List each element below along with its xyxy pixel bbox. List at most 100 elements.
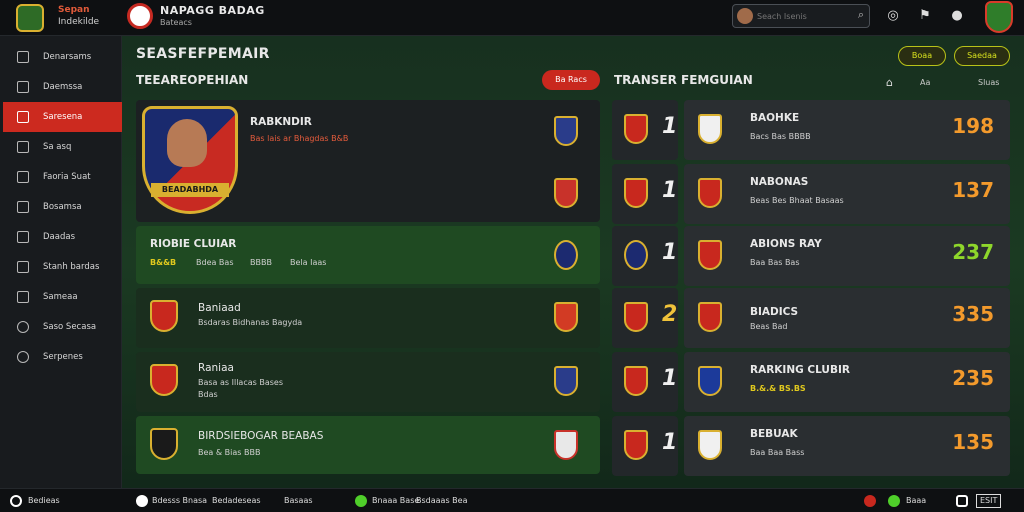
list-item-meta: Basa as Illacas Bases	[198, 378, 283, 387]
club-crest-icon	[624, 430, 648, 460]
club-name-cell: BEBUAK	[750, 428, 798, 440]
sidebar-item-3[interactable]: Saresena	[3, 102, 122, 132]
rank-number: 1	[662, 430, 678, 455]
rank-number: 1	[662, 114, 678, 139]
club-crest-icon	[624, 302, 648, 332]
search-icon[interactable]: ⌕	[858, 8, 864, 22]
home-icon	[17, 51, 29, 63]
sidebar-item-label: Saso Secasa	[43, 322, 97, 332]
info-icon[interactable]	[136, 495, 148, 507]
status-segment-5[interactable]: Bsdaaas Bea	[416, 496, 467, 505]
list-item[interactable]: BIRDSIEBOGAR BEABAS Bea & Bias BBB	[136, 416, 600, 474]
status-segment-1[interactable]: Bdesss Bnasa	[152, 496, 207, 505]
filter-button[interactable]: Ba Racs	[542, 70, 600, 90]
globe-icon[interactable]: ◎	[884, 7, 902, 25]
action-button-1[interactable]: Boaa	[898, 46, 946, 66]
score-cell: 198	[952, 114, 994, 138]
club-crest-icon	[624, 114, 648, 144]
list-item[interactable]: Baniaad Bsdaras Bidhanas Bagyda	[136, 288, 600, 348]
team-crest-icon[interactable]	[985, 1, 1013, 33]
ball-icon[interactable]: ●	[948, 7, 966, 25]
club-crest-icon	[150, 364, 178, 396]
club-card-meta-b: Bdea Bas	[196, 258, 234, 267]
list-item[interactable]: Raniaa Basa as Illacas Bases Bdas	[136, 352, 600, 412]
chart-icon	[17, 201, 29, 213]
sidebar-item-label: Daadas	[43, 232, 75, 242]
status-right-1[interactable]: Baaa	[906, 496, 926, 505]
sidebar-item-6[interactable]: Bosamsa	[3, 192, 122, 222]
sidebar-item-1[interactable]: Denarsams	[3, 42, 122, 72]
brand-title: Sepan	[58, 5, 90, 15]
player-banner: BEADABHDA	[151, 183, 229, 197]
sidebar-item-2[interactable]: Daemssa	[3, 72, 122, 102]
table-row[interactable]: ABIONS RAY Baa Bas Bas 237	[684, 226, 1010, 286]
exit-button[interactable]: ESIT	[976, 494, 1002, 508]
status-segment-4[interactable]: Bnaaa Base	[372, 496, 419, 505]
sidebar-item-11[interactable]: Serpenes	[3, 342, 122, 372]
table-row[interactable]: RARKING CLUBIR B.&.& BS.BS 235	[684, 352, 1010, 412]
settings-icon	[17, 171, 29, 183]
rank-cell: 2	[612, 288, 678, 348]
club-card-meta-d: Bela Iaas	[290, 258, 327, 267]
trophy-icon[interactable]: ⚑	[916, 7, 934, 25]
sidebar-item-10[interactable]: Saso Secasa	[3, 312, 122, 342]
avatar[interactable]	[737, 8, 753, 24]
view-toggle[interactable]: Sluas	[978, 78, 999, 87]
sort-toggle[interactable]: Aa	[920, 78, 930, 87]
filter-icon[interactable]: ⌂	[886, 76, 893, 89]
check-icon[interactable]	[888, 495, 900, 507]
rank-cell: 1	[612, 164, 678, 224]
club-crest-icon	[624, 178, 648, 208]
top-bar: Sepan Indekilde NAPAGG BADAG Bateacs ⌕ ◎…	[0, 0, 1024, 36]
club-crest-icon	[150, 428, 178, 460]
shield-icon	[17, 141, 29, 153]
app-logo[interactable]	[16, 4, 44, 32]
search-input[interactable]	[757, 8, 847, 24]
club-crest-icon	[698, 302, 722, 332]
club-name: NAPAGG BADAG	[160, 4, 265, 17]
club-card[interactable]: RIOBIE CLUIAR B&&B Bdea Bas BBBB Bela Ia…	[136, 226, 600, 284]
window-icon[interactable]	[956, 495, 968, 507]
alert-icon[interactable]	[864, 495, 876, 507]
club-meta-cell: Baa Baa Bass	[750, 448, 805, 457]
score-cell: 335	[952, 302, 994, 326]
action-button-2[interactable]: Saedaa	[954, 46, 1010, 66]
list-icon	[17, 81, 29, 93]
sidebar-item-label: Saresena	[43, 112, 83, 122]
club-crest-icon	[554, 430, 578, 460]
club-name-cell: ABIONS RAY	[750, 238, 822, 250]
club-crest-icon	[698, 430, 722, 460]
club-crest-icon	[554, 302, 578, 332]
club-logo[interactable]	[127, 3, 153, 29]
sidebar-item-label: Sameaa	[43, 292, 78, 302]
status-segment-2[interactable]: Bedadeseas	[212, 496, 261, 505]
calendar-icon	[17, 231, 29, 243]
sidebar-item-7[interactable]: Daadas	[3, 222, 122, 252]
section-title-right: TRANSER FEMGUIAN	[614, 73, 753, 87]
status-bar: Bedieas Bdesss Bnasa Bedadeseas Basaas B…	[0, 488, 1024, 512]
sidebar-item-5[interactable]: Faoria Suat	[3, 162, 122, 192]
club-card-meta-a: B&&B	[150, 258, 177, 267]
page-title: SEASFEFPEMAIR	[136, 46, 270, 62]
sidebar-item-4[interactable]: Sa asq	[3, 132, 122, 162]
club-name-cell: RARKING CLUBIR	[750, 364, 850, 376]
table-row[interactable]: BIADICS Beas Bad 335	[684, 288, 1010, 348]
club-name-cell: NABONAS	[750, 176, 809, 188]
table-row[interactable]: NABONAS Beas Bes Bhaat Basaas 137	[684, 164, 1010, 224]
power-icon[interactable]	[10, 495, 22, 507]
table-row[interactable]: BAOHKE Bacs Bas BBBB 198	[684, 100, 1010, 160]
table-row[interactable]: BEBUAK Baa Baa Bass 135	[684, 416, 1010, 476]
sidebar-item-label: Sa asq	[43, 142, 72, 152]
list-item-meta-2: Bdas	[198, 390, 218, 399]
sidebar-item-label: Denarsams	[43, 52, 92, 62]
rank-number: 1	[662, 366, 678, 391]
sidebar-item-8[interactable]: Stanh bardas	[3, 252, 122, 282]
stats-icon	[17, 261, 29, 273]
player-card-featured[interactable]: BEADABHDA RABKNDIR Bas lais ar Bhagdas B…	[136, 100, 600, 222]
club-crest-icon	[698, 240, 722, 270]
rank-cell: 1	[612, 226, 678, 286]
search-box[interactable]: ⌕	[732, 4, 870, 28]
club-meta-cell: Baa Bas Bas	[750, 258, 800, 267]
sidebar-item-9[interactable]: Sameaa	[3, 282, 122, 312]
status-segment-3[interactable]: Basaas	[284, 496, 313, 505]
